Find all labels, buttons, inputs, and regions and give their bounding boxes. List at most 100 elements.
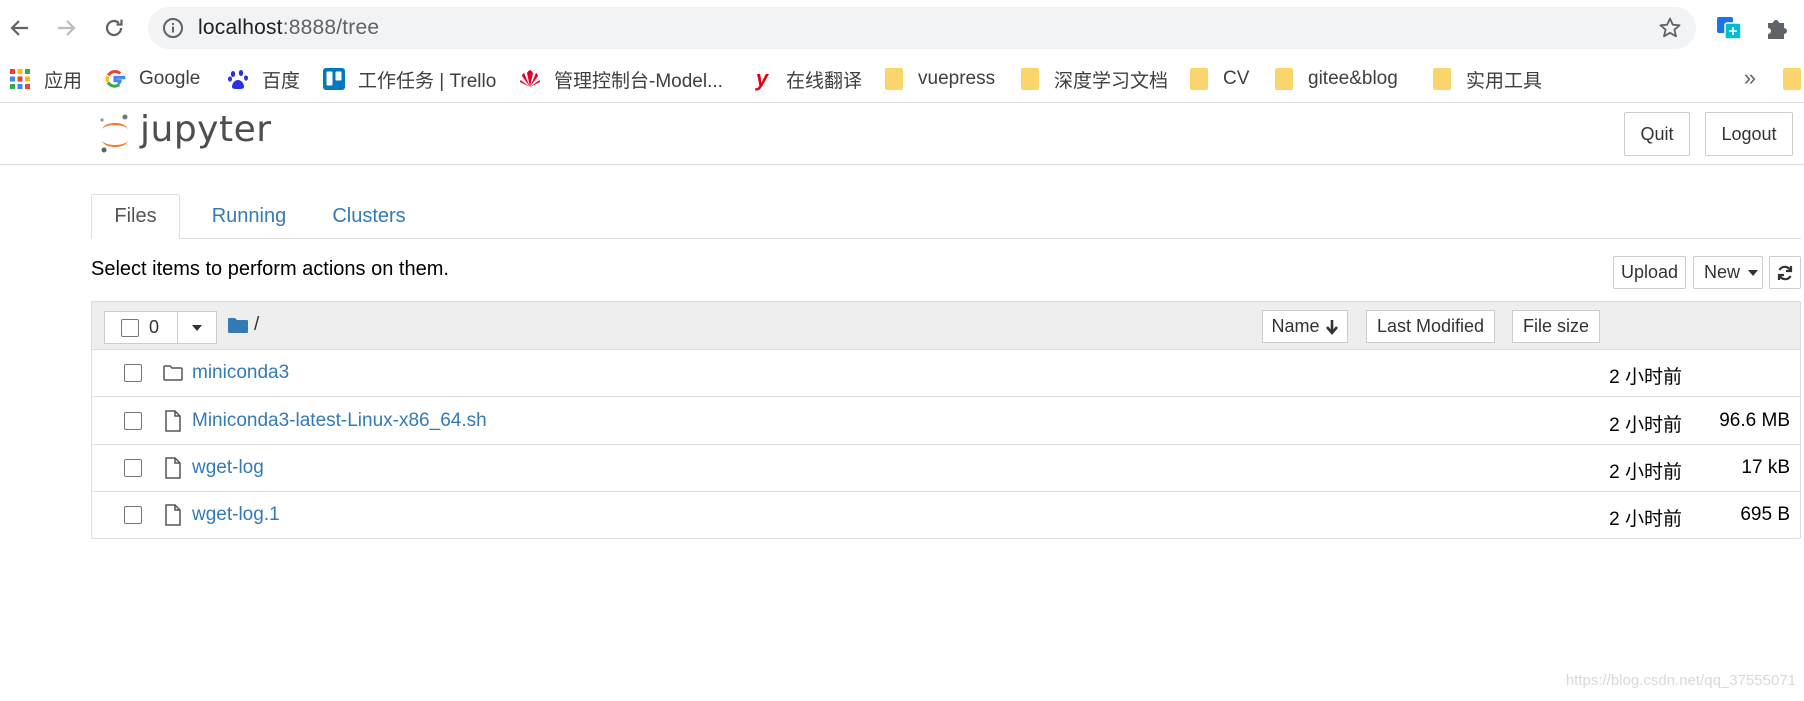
- bookmark-deep-learning-docs[interactable]: 深度学习文档: [1018, 65, 1168, 93]
- folder-icon: [228, 317, 248, 333]
- url-host: localhost: [198, 16, 283, 39]
- list-item[interactable]: miniconda3 2 小时前: [92, 350, 1800, 397]
- new-button-label: New: [1704, 262, 1741, 282]
- bookmark-vuepress[interactable]: vuepress: [882, 65, 995, 93]
- breadcrumb-root[interactable]: /: [254, 314, 259, 336]
- breadcrumb[interactable]: /: [228, 314, 259, 336]
- file-modified: 2 小时前: [1609, 367, 1682, 388]
- folder-outline-icon: [163, 365, 183, 381]
- tab-running[interactable]: Running: [194, 194, 304, 239]
- file-size: 695 B: [1740, 504, 1790, 525]
- file-modified: 2 小时前: [1609, 462, 1682, 483]
- star-icon[interactable]: [1658, 16, 1682, 40]
- bookmark-huawei[interactable]: 管理控制台-Model...: [518, 65, 723, 93]
- file-size: 96.6 MB: [1719, 410, 1790, 431]
- bookmark-label: vuepress: [918, 68, 996, 89]
- logout-button[interactable]: Logout: [1705, 112, 1793, 156]
- list-item[interactable]: wget-log.1 2 小时前 695 B: [92, 492, 1800, 539]
- trello-icon: [322, 67, 346, 91]
- file-modified: 2 小时前: [1609, 509, 1682, 530]
- tab-clusters[interactable]: Clusters: [313, 194, 425, 239]
- file-modified: 2 小时前: [1609, 415, 1682, 436]
- bookmark-label: 深度学习文档: [1054, 70, 1169, 92]
- bookmark-label: 管理控制台-Model...: [554, 70, 723, 92]
- file-icon: [165, 457, 181, 479]
- google-icon: [103, 67, 127, 91]
- address-bar[interactable]: localhost:8888/tree: [148, 7, 1696, 49]
- bookmark-baidu[interactable]: 百度: [226, 65, 300, 93]
- puzzle-icon[interactable]: [1762, 13, 1792, 43]
- arrow-right-icon: [58, 20, 76, 36]
- jupyter-logo-icon[interactable]: [98, 111, 132, 155]
- row-checkbox[interactable]: [124, 364, 142, 382]
- reload-icon: [105, 19, 123, 37]
- caret-down-icon: [192, 324, 202, 331]
- file-name-link[interactable]: miniconda3: [192, 362, 289, 384]
- upload-button[interactable]: Upload: [1613, 256, 1686, 289]
- sort-by-name-button[interactable]: Name: [1262, 310, 1348, 343]
- file-name-link[interactable]: wget-log: [192, 457, 264, 479]
- selected-count: 0: [149, 317, 160, 337]
- tab-files[interactable]: Files: [91, 194, 180, 239]
- row-checkbox[interactable]: [124, 412, 142, 430]
- folder-icon: [1187, 67, 1211, 91]
- bookmark-apps[interactable]: 应用: [8, 65, 82, 93]
- list-item[interactable]: wget-log 2 小时前 17 kB: [92, 445, 1800, 492]
- reload-button[interactable]: [96, 10, 132, 46]
- forward-button[interactable]: [48, 10, 84, 46]
- file-icon: [165, 504, 181, 526]
- select-all-control[interactable]: 0: [104, 311, 178, 344]
- tab-bar: Files Running Clusters: [91, 194, 1801, 239]
- huawei-icon: [518, 67, 542, 91]
- file-size: 17 kB: [1741, 457, 1790, 478]
- folder-icon: [1780, 67, 1804, 91]
- jupyter-header: jupyter Quit Logout: [0, 103, 1804, 165]
- sort-by-modified-button[interactable]: Last Modified: [1366, 310, 1495, 343]
- bookmark-cv[interactable]: CV: [1187, 65, 1249, 93]
- select-menu-button[interactable]: [178, 311, 217, 344]
- folder-icon: [1272, 67, 1296, 91]
- bookmark-gitee-blog[interactable]: gitee&blog: [1272, 65, 1398, 93]
- file-name-link[interactable]: Miniconda3-latest-Linux-x86_64.sh: [192, 410, 487, 432]
- row-checkbox[interactable]: [124, 459, 142, 477]
- bookmark-trello[interactable]: 工作任务 | Trello: [322, 65, 496, 93]
- bookmark-youdao[interactable]: y 在线翻译: [750, 65, 862, 93]
- refresh-button[interactable]: [1769, 256, 1801, 289]
- arrow-down-icon: [1325, 319, 1338, 335]
- new-button[interactable]: New: [1693, 256, 1763, 289]
- file-icon: [165, 410, 181, 432]
- bookmark-label: 实用工具: [1466, 70, 1543, 92]
- jupyter-wordmark[interactable]: jupyter: [140, 109, 272, 150]
- bookmarks-overflow-button[interactable]: »: [1744, 65, 1756, 91]
- list-item[interactable]: Miniconda3-latest-Linux-x86_64.sh 2 小时前 …: [92, 398, 1800, 445]
- select-all-checkbox[interactable]: [121, 318, 139, 337]
- url-path: :8888/tree: [282, 16, 380, 39]
- back-button[interactable]: [2, 10, 38, 46]
- baidu-paw-icon: [226, 67, 250, 91]
- bookmark-label: 应用: [44, 70, 83, 92]
- bookmark-google[interactable]: Google: [103, 65, 200, 93]
- url-text[interactable]: localhost:8888/tree: [198, 16, 379, 40]
- bookmarks-bar: 应用 Google 百度 工作任务 | Trello 管理控制台-Model..…: [0, 55, 1804, 103]
- bookmark-overflow-folder[interactable]: [1780, 65, 1804, 93]
- arrow-left-icon: [10, 20, 28, 36]
- bookmark-tools[interactable]: 实用工具: [1430, 65, 1542, 93]
- col-name-label: Name: [1271, 316, 1320, 336]
- file-list-header: 0 / Name Last Modified File size: [92, 302, 1800, 350]
- bookmark-label: 百度: [262, 70, 301, 92]
- quit-button[interactable]: Quit: [1624, 112, 1690, 156]
- select-all-group: 0: [104, 311, 217, 344]
- watermark: https://blog.csdn.net/qq_37555071: [1565, 672, 1796, 689]
- sort-by-size-button[interactable]: File size: [1512, 310, 1600, 343]
- row-checkbox[interactable]: [124, 506, 142, 524]
- bookmark-label: 工作任务 | Trello: [358, 70, 497, 92]
- extension-translate-icon[interactable]: [1714, 13, 1744, 43]
- bookmark-label: gitee&blog: [1308, 68, 1398, 89]
- browser-toolbar: localhost:8888/tree: [0, 0, 1804, 55]
- folder-icon: [1018, 67, 1042, 91]
- info-icon[interactable]: [162, 17, 184, 39]
- bookmark-label: 在线翻译: [786, 70, 863, 92]
- file-name-link[interactable]: wget-log.1: [192, 504, 280, 526]
- caret-down-icon: [1748, 269, 1759, 276]
- selection-hint: Select items to perform actions on them.: [91, 258, 449, 280]
